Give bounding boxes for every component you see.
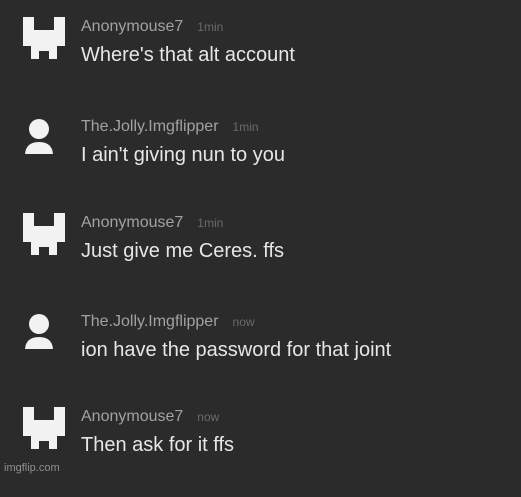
username-link[interactable]: Anonymouse7 <box>81 408 183 425</box>
chat-message: The.Jolly.Imgflipper now ion have the pas… <box>0 312 521 402</box>
chat-message: Anonymouse7 1min Where's that alt account <box>0 17 521 107</box>
message-timestamp: now <box>232 315 255 329</box>
pixel-avatar-icon[interactable] <box>23 17 65 59</box>
message-header: The.Jolly.Imgflipper now <box>81 312 255 332</box>
message-timestamp: 1min <box>197 20 224 34</box>
username-link[interactable]: The.Jolly.Imgflipper <box>81 313 219 330</box>
message-timestamp: 1min <box>197 216 224 230</box>
default-user-icon[interactable] <box>23 312 65 354</box>
message-text: Just give me Ceres. ffs <box>81 240 285 262</box>
username-link[interactable]: Anonymouse7 <box>81 214 183 231</box>
imgflip-watermark: imgflip.com <box>4 462 60 474</box>
chat-message: Anonymouse7 now Then ask for it ffs <box>0 407 521 497</box>
message-text: Then ask for it ffs <box>81 434 235 456</box>
message-header: Anonymouse7 now <box>81 407 219 427</box>
message-text: Where's that alt account <box>81 44 295 66</box>
pixel-avatar-icon[interactable] <box>23 407 65 449</box>
username-link[interactable]: Anonymouse7 <box>81 18 183 35</box>
message-text: ion have the password for that joint <box>81 339 392 361</box>
chat-message: Anonymouse7 1min Just give me Ceres. ffs <box>0 213 521 303</box>
message-text: I ain't giving nun to you <box>81 144 285 166</box>
message-header: The.Jolly.Imgflipper 1min <box>81 117 259 137</box>
chat-message: The.Jolly.Imgflipper 1min I ain't giving … <box>0 117 521 207</box>
username-link[interactable]: The.Jolly.Imgflipper <box>81 118 219 135</box>
message-header: Anonymouse7 1min <box>81 213 223 233</box>
chat-log: Anonymouse7 1min Where's that alt account… <box>0 0 521 479</box>
pixel-avatar-icon[interactable] <box>23 213 65 255</box>
message-timestamp: now <box>197 410 220 424</box>
message-timestamp: 1min <box>232 120 259 134</box>
default-user-icon[interactable] <box>23 117 65 159</box>
message-header: Anonymouse7 1min <box>81 17 223 37</box>
